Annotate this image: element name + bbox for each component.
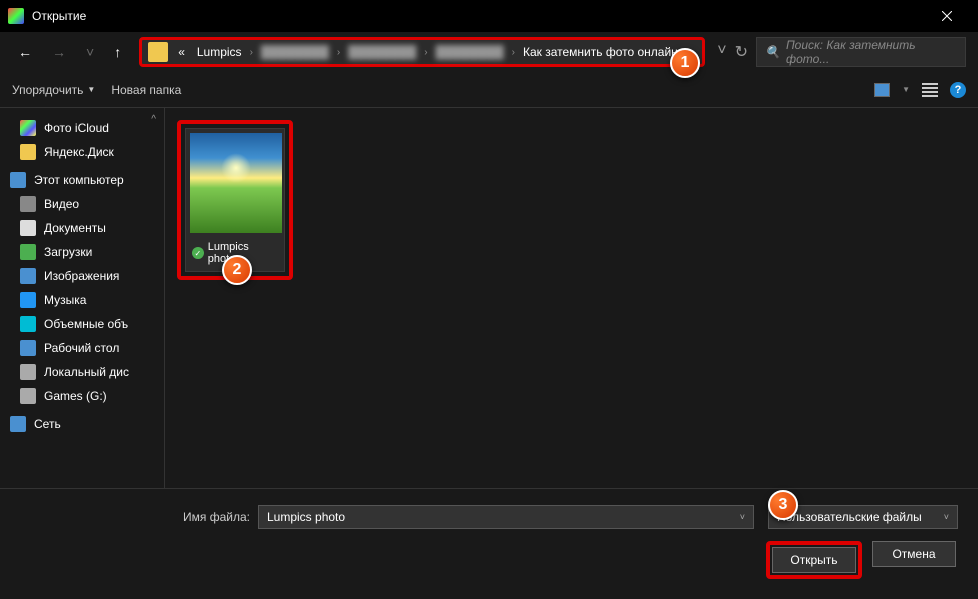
sync-check-icon: ✓ <box>192 247 204 259</box>
titlebar: Открытие <box>0 0 978 32</box>
music-icon <box>20 292 36 308</box>
close-button[interactable] <box>924 0 970 32</box>
file-open-dialog: Открытие ← → ˅ ↑ « Lumpics › ████████ › … <box>0 0 978 565</box>
search-icon: 🔍 <box>765 45 780 59</box>
sidebar-item-downloads[interactable]: Загрузки <box>0 240 164 264</box>
back-button[interactable]: ← <box>12 40 38 64</box>
callout-2: 2 <box>222 255 252 285</box>
breadcrumb: « Lumpics › ████████ › ████████ › ██████… <box>174 43 682 61</box>
open-button[interactable]: Открыть <box>772 547 856 573</box>
disk-icon <box>20 388 36 404</box>
video-icon <box>20 196 36 212</box>
up-button[interactable]: ↑ <box>108 40 127 64</box>
dropdown-icon[interactable]: ˅ <box>740 512 745 522</box>
filename-label: Имя файла: <box>20 510 250 524</box>
recent-dropdown[interactable]: ˅ <box>80 40 100 64</box>
sidebar-item-network[interactable]: Сеть <box>0 412 164 436</box>
pc-icon <box>10 172 26 188</box>
app-icon <box>8 8 24 24</box>
downloads-icon <box>20 244 36 260</box>
sidebar: ^ Фото iCloud Яндекс.Диск Этот компьютер… <box>0 108 165 488</box>
refresh-icon[interactable]: ↻ <box>735 42 748 62</box>
window-title: Открытие <box>32 9 86 23</box>
search-placeholder: Поиск: Как затемнить фото... <box>786 38 957 66</box>
documents-icon <box>20 220 36 236</box>
toolbar: Упорядочить ▼ Новая папка ▼ ? <box>0 72 978 108</box>
search-input[interactable]: 🔍 Поиск: Как затемнить фото... <box>756 37 966 67</box>
desktop-icon <box>20 340 36 356</box>
dropdown-icon: ▼ <box>87 85 95 94</box>
sidebar-item-icloud[interactable]: Фото iCloud <box>0 116 164 140</box>
breadcrumb-item[interactable]: Как затемнить фото онлайн <box>519 43 682 61</box>
file-thumbnail[interactable]: ✓ Lumpics photo <box>185 128 285 272</box>
dropdown-icon[interactable]: ▼ <box>902 85 910 94</box>
navbar: ← → ˅ ↑ « Lumpics › ████████ › ████████ … <box>0 32 978 72</box>
callout-3: 3 <box>768 490 798 520</box>
thumbnail-image <box>190 133 282 233</box>
chevron-right-icon: › <box>250 47 253 58</box>
sidebar-item-music[interactable]: Музыка <box>0 288 164 312</box>
bottom-bar: Имя файла: Lumpics photo ˅ Пользовательс… <box>0 488 978 599</box>
sidebar-item-video[interactable]: Видео <box>0 192 164 216</box>
pictures-icon <box>20 268 36 284</box>
breadcrumb-item[interactable]: ████████ <box>432 43 508 61</box>
new-folder-button[interactable]: Новая папка <box>111 83 181 97</box>
chevron-right-icon: › <box>337 47 340 58</box>
breadcrumb-item[interactable]: ████████ <box>257 43 333 61</box>
sidebar-item-desktop[interactable]: Рабочий стол <box>0 336 164 360</box>
icloud-icon <box>20 120 36 136</box>
dropdown-icon[interactable]: ˅ <box>717 42 726 62</box>
sidebar-item-3dobjects[interactable]: Объемные объ <box>0 312 164 336</box>
sidebar-item-localdisk[interactable]: Локальный дис <box>0 360 164 384</box>
main-area: ^ Фото iCloud Яндекс.Диск Этот компьютер… <box>0 108 978 488</box>
disk-icon <box>20 364 36 380</box>
objects3d-icon <box>20 316 36 332</box>
forward-button[interactable]: → <box>46 40 72 64</box>
network-icon <box>10 416 26 432</box>
callout-1: 1 <box>670 48 700 78</box>
chevron-up-icon[interactable]: ^ <box>151 114 156 125</box>
sidebar-item-thispc[interactable]: Этот компьютер <box>0 168 164 192</box>
breadcrumb-prefix[interactable]: « <box>174 43 189 61</box>
folder-icon <box>148 42 168 62</box>
sidebar-item-yandex[interactable]: Яндекс.Диск <box>0 140 164 164</box>
sidebar-item-games[interactable]: Games (G:) <box>0 384 164 408</box>
file-list[interactable]: ✓ Lumpics photo <box>165 108 978 488</box>
chevron-right-icon: › <box>512 47 515 58</box>
cancel-button[interactable]: Отмена <box>872 541 956 567</box>
dropdown-icon[interactable]: ˅ <box>944 512 949 522</box>
organize-button[interactable]: Упорядочить ▼ <box>12 83 95 97</box>
breadcrumb-item[interactable]: ████████ <box>344 43 420 61</box>
view-thumbnails-icon[interactable] <box>874 83 890 97</box>
sidebar-item-documents[interactable]: Документы <box>0 216 164 240</box>
breadcrumb-item[interactable]: Lumpics <box>193 43 246 61</box>
yandex-icon <box>20 144 36 160</box>
address-bar[interactable]: « Lumpics › ████████ › ████████ › ██████… <box>139 37 705 67</box>
sidebar-item-pictures[interactable]: Изображения <box>0 264 164 288</box>
chevron-right-icon: › <box>424 47 427 58</box>
filename-input[interactable]: Lumpics photo ˅ <box>258 505 754 529</box>
help-icon[interactable]: ? <box>950 82 966 98</box>
view-preview-icon[interactable] <box>922 83 938 97</box>
